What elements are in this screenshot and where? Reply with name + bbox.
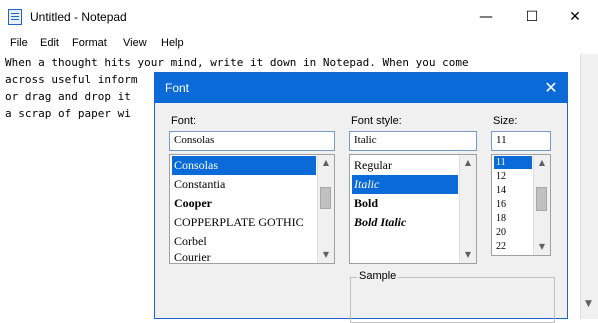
size-option[interactable]: 11 <box>494 156 532 169</box>
size-input[interactable]: 11 <box>491 131 551 151</box>
font-style-label: Font style: <box>351 115 402 127</box>
minimize-button[interactable]: — <box>463 0 509 34</box>
font-option[interactable]: COPPERPLATE GOTHIC <box>172 213 316 232</box>
menu-view[interactable]: View <box>123 37 147 49</box>
dialog-close-button[interactable]: ✕ <box>537 75 565 101</box>
font-style-option[interactable]: Regular <box>352 156 458 175</box>
menu-file[interactable]: File <box>10 37 28 49</box>
size-option[interactable]: 12 <box>494 170 532 183</box>
size-option[interactable]: 22 <box>494 240 532 253</box>
font-option[interactable]: Consolas <box>172 156 316 175</box>
font-style-scrollbar[interactable]: ▲ ▼ <box>459 155 476 263</box>
sample-group: Sample <box>350 270 555 323</box>
notepad-app-icon <box>8 9 22 25</box>
scroll-down-icon[interactable]: ▼ <box>534 239 550 255</box>
font-input[interactable]: Consolas <box>169 131 335 151</box>
title-bar: Untitled - Notepad — ☐ ✕ <box>0 0 598 34</box>
font-label: Font: <box>171 115 197 127</box>
close-icon: ✕ <box>544 78 558 97</box>
size-option[interactable]: 14 <box>494 184 532 197</box>
font-style-listbox[interactable]: Regular Italic Bold Bold Italic ▲ ▼ <box>349 154 477 264</box>
maximize-button[interactable]: ☐ <box>509 0 555 34</box>
scroll-thumb[interactable] <box>320 187 331 209</box>
dialog-title: Font <box>165 81 190 95</box>
menu-format[interactable]: Format <box>72 37 107 49</box>
editor-vertical-scrollbar[interactable] <box>580 54 598 319</box>
font-option[interactable]: Cooper <box>172 194 316 213</box>
font-style-option[interactable]: Bold <box>352 194 458 213</box>
dialog-title-bar: Font ✕ <box>155 73 567 103</box>
font-style-input[interactable]: Italic <box>349 131 477 151</box>
scroll-up-icon[interactable]: ▲ <box>534 155 550 171</box>
minimize-icon: — <box>479 9 493 25</box>
maximize-icon: ☐ <box>525 9 539 25</box>
size-scrollbar[interactable]: ▲ ▼ <box>533 155 550 255</box>
scroll-up-icon[interactable]: ▲ <box>460 155 476 171</box>
window-title: Untitled - Notepad <box>30 10 127 24</box>
size-listbox[interactable]: 11 12 14 16 18 20 22 ▲ ▼ <box>491 154 551 256</box>
scroll-down-icon[interactable]: ▼ <box>580 299 597 317</box>
font-listbox[interactable]: Consolas Constantia Cooper COPPERPLATE G… <box>169 154 335 264</box>
editor-line: When a thought hits your mind, write it … <box>5 56 469 69</box>
font-list-scrollbar[interactable]: ▲ ▼ <box>317 155 334 263</box>
scroll-thumb[interactable] <box>536 187 547 211</box>
font-option[interactable]: Courier <box>172 248 316 263</box>
size-option[interactable]: 18 <box>494 212 532 225</box>
size-option[interactable]: 20 <box>494 226 532 239</box>
size-label: Size: <box>493 115 518 127</box>
font-style-option[interactable]: Italic <box>352 175 458 194</box>
close-button[interactable]: ✕ <box>552 0 598 34</box>
font-option[interactable]: Constantia <box>172 175 316 194</box>
menu-bar: File Edit Format View Help <box>0 34 598 55</box>
sample-label: Sample <box>357 270 399 282</box>
editor-line: across useful inform <box>5 73 138 86</box>
editor-line: or drag and drop it <box>5 90 131 103</box>
scroll-down-icon[interactable]: ▼ <box>318 247 334 263</box>
font-dialog: Font ✕ Font: Consolas Consolas Constanti… <box>154 72 568 323</box>
menu-help[interactable]: Help <box>161 37 184 49</box>
size-option[interactable]: 16 <box>494 198 532 211</box>
menu-edit[interactable]: Edit <box>40 37 59 49</box>
close-icon: ✕ <box>569 9 581 25</box>
editor-line: a scrap of paper wi <box>5 107 131 120</box>
scroll-up-icon[interactable]: ▲ <box>318 155 334 171</box>
scroll-down-icon[interactable]: ▼ <box>460 247 476 263</box>
font-style-option[interactable]: Bold Italic <box>352 213 458 232</box>
